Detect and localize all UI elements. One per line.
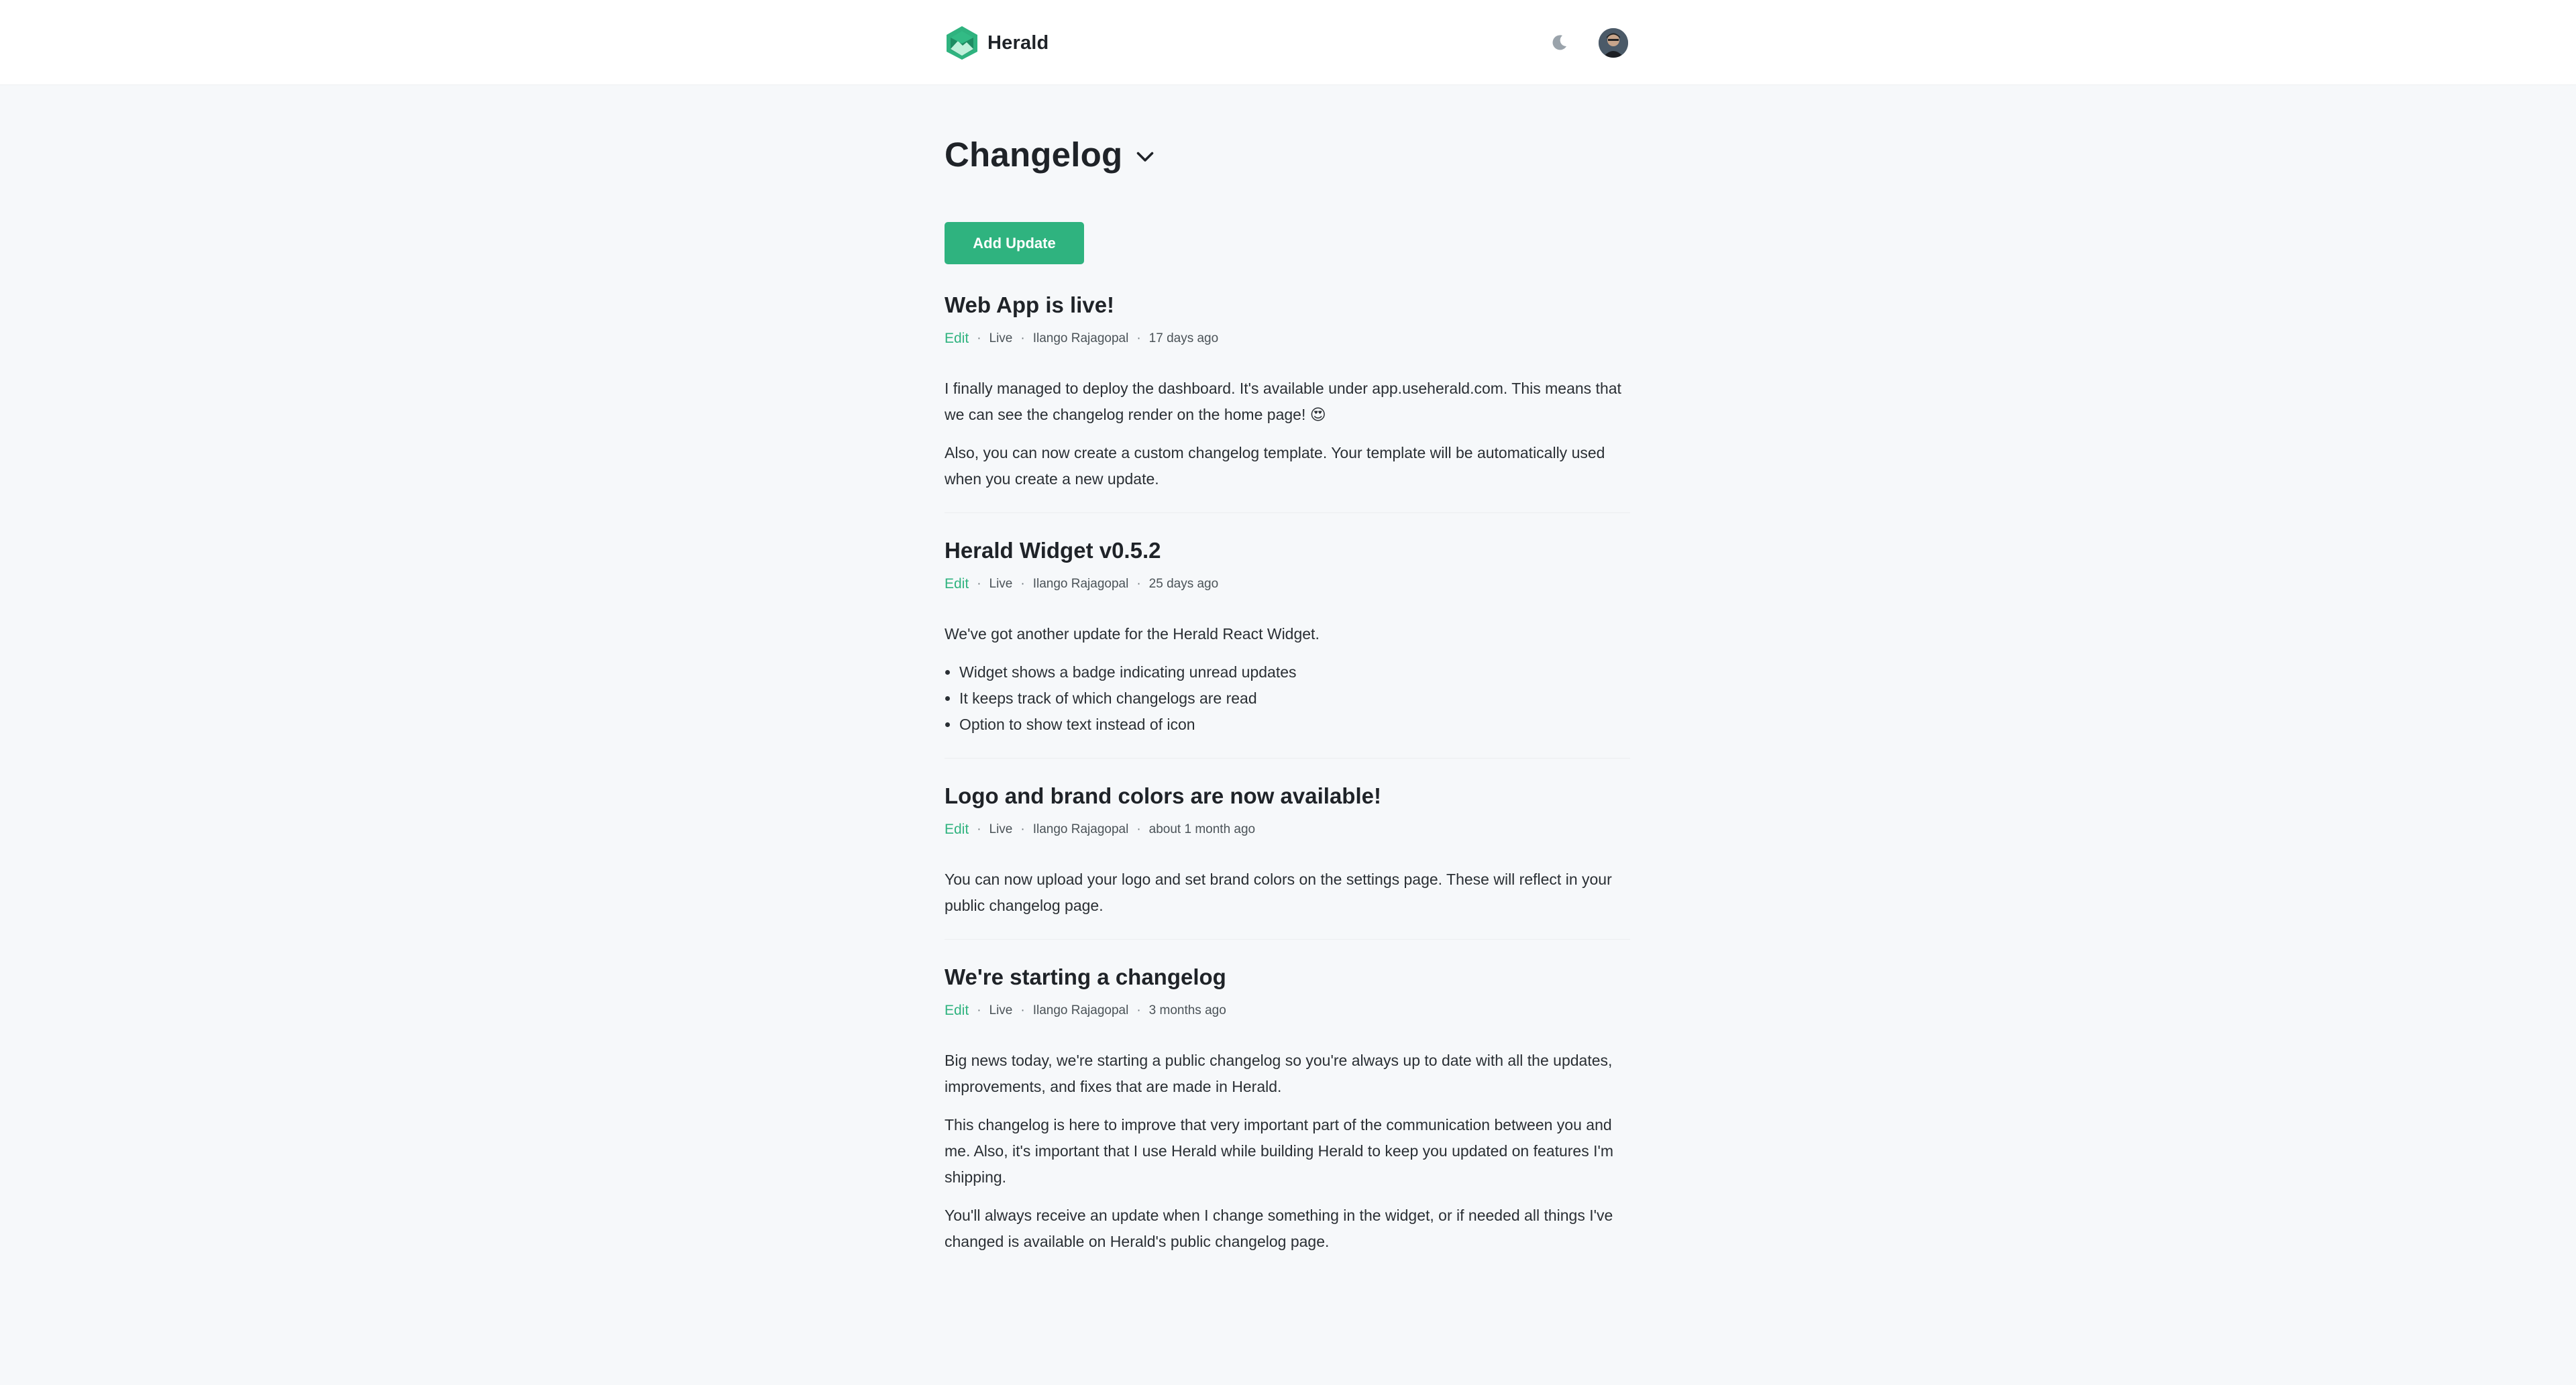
meta-separator: · <box>1020 577 1025 591</box>
meta-separator: · <box>977 331 981 345</box>
post-author: Ilango Rajagopal <box>1032 577 1129 591</box>
changelog-list: Web App is live! Edit · Live · Ilango Ra… <box>945 290 1630 1267</box>
post-paragraph: We've got another update for the Herald … <box>945 625 1320 643</box>
chevron-down-icon <box>1136 152 1154 162</box>
post-title: Herald Widget v0.5.2 <box>945 538 1161 563</box>
meta-separator: · <box>1136 1003 1141 1017</box>
post-author: Ilango Rajagopal <box>1032 822 1129 836</box>
post-time: about 1 month ago <box>1148 822 1256 836</box>
post-status: Live <box>989 577 1013 591</box>
moon-icon <box>1552 35 1566 50</box>
edit-link[interactable]: Edit <box>945 576 969 592</box>
post-body: I finally managed to deploy the dashboar… <box>945 376 1630 492</box>
post-meta: Edit · Live · Ilango Rajagopal · 17 days… <box>945 330 1630 347</box>
avatar-image <box>1599 28 1628 58</box>
post-divider <box>945 512 1630 513</box>
page-title-dropdown[interactable]: Changelog <box>945 127 1630 181</box>
post-time: 3 months ago <box>1148 1003 1226 1017</box>
post-meta: Edit · Live · Ilango Rajagopal · about 1… <box>945 821 1630 838</box>
post-status: Live <box>989 331 1013 345</box>
post-title: We're starting a changelog <box>945 964 1226 989</box>
herald-logo-icon <box>947 26 977 60</box>
brand-name: Herald <box>987 32 1049 54</box>
post-author: Ilango Rajagopal <box>1032 1003 1129 1017</box>
post-time: 17 days ago <box>1148 331 1219 345</box>
theme-toggle-button[interactable] <box>1549 32 1570 53</box>
changelog-post: We're starting a changelog Edit · Live ·… <box>945 962 1630 1255</box>
changelog-post: Logo and brand colors are now available!… <box>945 781 1630 940</box>
post-meta: Edit · Live · Ilango Rajagopal · 3 month… <box>945 1002 1630 1019</box>
main-content: Changelog Add Update Web App is live! Ed… <box>945 127 1630 1250</box>
post-paragraph: You can now upload your logo and set bra… <box>945 871 1612 914</box>
meta-separator: · <box>1136 577 1141 591</box>
post-body: Big news today, we're starting a public … <box>945 1048 1630 1255</box>
post-status: Live <box>989 1003 1013 1017</box>
meta-separator: · <box>1136 822 1141 836</box>
list-item: Option to show text instead of icon <box>959 712 1630 738</box>
post-paragraph: I finally managed to deploy the dashboar… <box>945 380 1621 423</box>
post-bullet-list: Widget shows a badge indicating unread u… <box>945 659 1630 738</box>
post-body: You can now upload your logo and set bra… <box>945 867 1630 919</box>
post-author: Ilango Rajagopal <box>1032 331 1129 345</box>
top-navbar: Herald <box>0 0 2576 85</box>
user-avatar[interactable] <box>1599 28 1628 58</box>
meta-separator: · <box>977 577 981 591</box>
changelog-post: Herald Widget v0.5.2 Edit · Live · Ilang… <box>945 536 1630 759</box>
post-divider <box>945 758 1630 759</box>
brand[interactable]: Herald <box>945 25 1049 61</box>
post-body: We've got another update for the Herald … <box>945 621 1630 738</box>
edit-link[interactable]: Edit <box>945 822 969 838</box>
edit-link[interactable]: Edit <box>945 1003 969 1019</box>
meta-separator: · <box>977 822 981 836</box>
list-item: Widget shows a badge indicating unread u… <box>959 659 1630 685</box>
post-status: Live <box>989 822 1013 836</box>
post-paragraph: Also, you can now create a custom change… <box>945 444 1605 488</box>
post-time: 25 days ago <box>1148 577 1219 591</box>
post-title: Logo and brand colors are now available! <box>945 783 1381 808</box>
page-title: Changelog <box>945 135 1123 174</box>
post-divider <box>945 939 1630 940</box>
list-item: It keeps track of which changelogs are r… <box>959 685 1630 712</box>
meta-separator: · <box>1020 331 1025 345</box>
post-paragraph: This changelog is here to improve that v… <box>945 1116 1614 1186</box>
meta-separator: · <box>1020 822 1025 836</box>
meta-separator: · <box>977 1003 981 1017</box>
meta-separator: · <box>1136 331 1141 345</box>
changelog-post: Web App is live! Edit · Live · Ilango Ra… <box>945 290 1630 513</box>
post-paragraph: Big news today, we're starting a public … <box>945 1052 1613 1095</box>
edit-link[interactable]: Edit <box>945 331 969 347</box>
post-paragraph: You'll always receive an update when I c… <box>945 1207 1613 1250</box>
meta-separator: · <box>1020 1003 1025 1017</box>
post-meta: Edit · Live · Ilango Rajagopal · 25 days… <box>945 575 1630 593</box>
add-update-button[interactable]: Add Update <box>945 222 1084 264</box>
post-title: Web App is live! <box>945 292 1115 317</box>
